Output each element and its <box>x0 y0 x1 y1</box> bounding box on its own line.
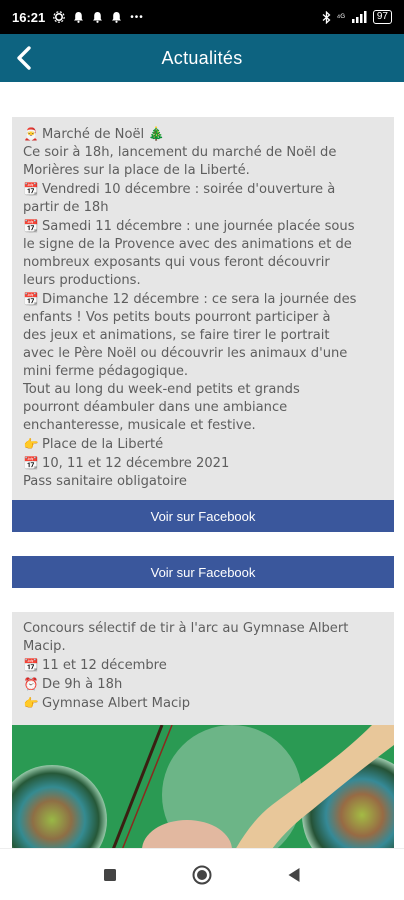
post-line: 📆 10, 11 et 12 décembre 2021 <box>23 456 230 471</box>
recents-icon <box>104 868 116 881</box>
calendar-icon: 📆 <box>23 292 39 306</box>
post-line: 📆 Vendredi 10 décembre : soirée d'ouvertu… <box>23 182 336 197</box>
post-line: avec le Père Noël ou découvrir les anima… <box>23 346 348 361</box>
news-card-text: 🎅 Marché de Noël 🎄 Ce soir à 18h, lanceme… <box>12 117 394 497</box>
page-title: Actualités <box>161 47 243 68</box>
back-button[interactable] <box>8 42 40 74</box>
post-line: ⏰ De 9h à 18h <box>23 677 123 692</box>
post-line: 📆 Samedi 11 décembre : une journée placée… <box>23 219 355 234</box>
post-line: 👉 Place de la Liberté <box>23 437 164 452</box>
post-line: enchanteresse, musicale et festive. <box>23 418 256 433</box>
post-line: pourront déambuler dans une ambiance <box>23 400 288 415</box>
bell-icon <box>74 12 84 23</box>
more-notifications-dots: ••• <box>130 11 144 23</box>
pointing-hand-icon: 👉 <box>23 437 39 451</box>
system-navigation-bar <box>0 848 404 900</box>
bluetooth-icon <box>322 10 331 24</box>
signal-icon <box>351 11 367 23</box>
status-time: 16:21 <box>12 9 46 25</box>
bell-icon <box>112 12 122 23</box>
post-line: 📆 11 et 12 décembre <box>23 658 167 673</box>
post-line: 👉 Gymnase Albert Macip <box>23 696 191 711</box>
post-line: le signe de la Provence avec des animati… <box>23 237 352 252</box>
status-bar: 16:21 ••• ⁴ᴳ 97 <box>0 0 404 34</box>
post-line: 📆 Dimanche 12 décembre : ce sera la journ… <box>23 292 357 307</box>
news-card-text: Concours sélectif de tir à l'arc au Gymn… <box>12 612 394 719</box>
back-nav-button[interactable] <box>283 864 305 886</box>
chevron-left-icon <box>17 46 31 70</box>
pointing-hand-icon: 👉 <box>23 696 39 710</box>
post-line: des jeux et animations, se faire tirer l… <box>23 328 330 343</box>
post-line: Concours sélectif de tir à l'arc au Gymn… <box>23 621 349 636</box>
recents-button[interactable] <box>99 864 121 886</box>
post-line: Ce soir à 18h, lancement du marché de No… <box>23 145 337 160</box>
post-line: partir de 18h <box>23 200 109 215</box>
calendar-icon: 📆 <box>23 658 39 672</box>
santa-icon: 🎅 <box>23 127 39 141</box>
view-on-facebook-button[interactable]: Voir sur Facebook <box>12 500 394 532</box>
app-bar: Actualités <box>0 34 404 82</box>
home-button[interactable] <box>191 864 213 886</box>
settings-icon <box>53 11 66 23</box>
post-line: Tout au long du week-end petits et grand… <box>23 382 300 397</box>
post-line: mini ferme pédagogique. <box>23 364 189 379</box>
home-icon <box>192 865 212 884</box>
post-line: Macip. <box>23 639 66 654</box>
post-line: nombreux exposants qui vous feront décou… <box>23 255 330 270</box>
network-type: ⁴ᴳ <box>336 12 345 22</box>
post-line: 🎅 Marché de Noël 🎄 <box>23 127 165 142</box>
back-triangle-icon <box>288 867 300 882</box>
calendar-icon: 📆 <box>23 182 39 196</box>
battery-indicator: 97 <box>372 10 392 24</box>
calendar-icon: 📆 <box>23 219 39 233</box>
post-line: Morières sur la place de la Liberté. <box>23 163 250 178</box>
bell-icon <box>93 12 103 23</box>
post-line: Pass sanitaire obligatoire <box>23 474 187 489</box>
archery-photo-illustration <box>12 725 394 848</box>
news-feed[interactable]: 🎅 Marché de Noël 🎄 Ce soir à 18h, lanceme… <box>0 82 404 848</box>
post-line: leurs productions. <box>23 273 141 288</box>
post-line: enfants ! Vos petits bouts pourront part… <box>23 310 331 325</box>
alarm-clock-icon: ⏰ <box>23 677 39 691</box>
news-card: 🎅 Marché de Noël 🎄 Ce soir à 18h, lanceme… <box>12 117 394 502</box>
calendar-icon: 📆 <box>23 456 39 470</box>
archery-photo[interactable] <box>12 725 394 848</box>
view-on-facebook-button[interactable]: Voir sur Facebook <box>12 556 394 588</box>
